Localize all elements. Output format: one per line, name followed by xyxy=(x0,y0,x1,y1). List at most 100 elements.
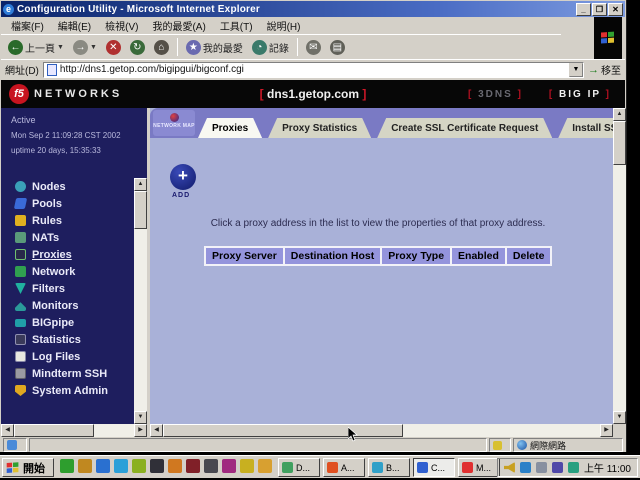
main-scrollbar-horizontal[interactable]: ◀ ▶ xyxy=(150,424,613,437)
bracket-left: [ xyxy=(260,87,264,101)
col-enabled[interactable]: Enabled xyxy=(452,248,505,264)
tab-create-ssl-certificate-request[interactable]: Create SSL Certificate Request xyxy=(377,118,552,138)
taskbar: 開始 D... A... B... C... xyxy=(0,455,640,478)
tray-icon[interactable] xyxy=(536,462,547,473)
sidebar-item-monitors[interactable]: Monitors xyxy=(1,297,134,314)
sidebar-item-label: Rules xyxy=(32,215,62,227)
maximize-button[interactable]: ❐ xyxy=(592,3,607,16)
sidebar-item-pools[interactable]: Pools xyxy=(1,195,134,212)
print-button[interactable]: ▤ xyxy=(327,39,348,56)
scroll-left-button[interactable]: ◀ xyxy=(1,424,14,437)
stop-button[interactable]: ✕ xyxy=(103,39,124,56)
col-destination-host[interactable]: Destination Host xyxy=(285,248,380,264)
document-icon xyxy=(7,440,17,450)
tray-icon[interactable] xyxy=(552,462,563,473)
sidebar-item-system-admin[interactable]: System Admin xyxy=(1,382,134,399)
back-icon: ← xyxy=(8,40,23,55)
home-button[interactable]: ⌂ xyxy=(151,39,172,56)
scroll-thumb[interactable] xyxy=(163,424,403,437)
scroll-up-button[interactable]: ▲ xyxy=(613,108,626,121)
sidebar-item-proxies[interactable]: Proxies xyxy=(1,246,134,263)
scroll-up-button[interactable]: ▲ xyxy=(134,178,147,191)
sidebar-item-network[interactable]: Network xyxy=(1,263,134,280)
main-scrollbar-vertical[interactable]: ▲ ▼ xyxy=(613,108,626,424)
back-caret-icon[interactable]: ▼ xyxy=(57,44,64,51)
quicklaunch-icon[interactable] xyxy=(186,459,200,473)
scroll-down-button[interactable]: ▼ xyxy=(134,411,147,424)
go-button[interactable]: → 移至 xyxy=(588,62,621,77)
col-proxy-type[interactable]: Proxy Type xyxy=(382,248,450,264)
quicklaunch-icon[interactable] xyxy=(204,459,218,473)
address-dropdown-icon[interactable]: ▼ xyxy=(569,63,583,77)
tray-icon[interactable] xyxy=(568,462,579,473)
sidebar-item-nodes[interactable]: Nodes xyxy=(1,178,134,195)
sidebar-item-filters[interactable]: Filters xyxy=(1,280,134,297)
quicklaunch-icon[interactable] xyxy=(114,459,128,473)
sidebar-item-nats[interactable]: NATs xyxy=(1,229,134,246)
refresh-button[interactable]: ↻ xyxy=(127,39,148,56)
taskbar-window-button[interactable]: D... xyxy=(278,458,320,477)
mouse-cursor xyxy=(348,427,358,442)
scroll-right-button[interactable]: ▶ xyxy=(134,424,147,437)
quicklaunch-icon[interactable] xyxy=(150,459,164,473)
quicklaunch-icon[interactable] xyxy=(96,459,110,473)
sidebar-scrollbar-horizontal[interactable]: ◀ ▶ xyxy=(1,424,147,437)
mail-icon: ✉ xyxy=(306,40,321,55)
add-button[interactable]: + xyxy=(170,164,196,190)
menu-edit[interactable]: 編輯(E) xyxy=(52,17,97,34)
sidebar-scrollbar[interactable]: ▲ ▼ xyxy=(134,178,147,424)
scroll-thumb[interactable] xyxy=(613,121,626,165)
quicklaunch-icon[interactable] xyxy=(168,459,182,473)
quicklaunch-icon[interactable] xyxy=(132,459,146,473)
taskbar-window-button[interactable]: A... xyxy=(323,458,365,477)
minimize-button[interactable]: _ xyxy=(576,3,591,16)
taskbar-window-button-active[interactable]: C... xyxy=(413,458,455,477)
status-lock-segment xyxy=(489,438,511,452)
sidebar-item-log-files[interactable]: Log Files xyxy=(1,348,134,365)
address-input[interactable] xyxy=(60,64,569,75)
sidebar-item-mindterm-ssh[interactable]: Mindterm SSH xyxy=(1,365,134,382)
scroll-thumb[interactable] xyxy=(14,424,94,437)
scroll-right-button[interactable]: ▶ xyxy=(600,424,613,437)
quicklaunch-icon[interactable] xyxy=(258,459,272,473)
scroll-down-button[interactable]: ▼ xyxy=(613,411,626,424)
tray-icon[interactable] xyxy=(520,462,531,473)
menu-file[interactable]: 檔案(F) xyxy=(5,17,50,34)
favorites-button[interactable]: ★ 我的最愛 xyxy=(183,39,246,56)
quicklaunch-icon[interactable] xyxy=(60,459,74,473)
menu-help[interactable]: 說明(H) xyxy=(261,17,307,34)
forward-button[interactable]: → ▼ xyxy=(70,39,100,56)
col-proxy-server[interactable]: Proxy Server xyxy=(206,248,283,264)
pools-icon xyxy=(14,198,27,209)
taskbar-window-button[interactable]: B... xyxy=(368,458,410,477)
menu-favorites[interactable]: 我的最愛(A) xyxy=(146,17,211,34)
tab-proxy-statistics[interactable]: Proxy Statistics xyxy=(268,118,371,138)
sidebar-item-label: Proxies xyxy=(32,249,72,261)
network-map-button[interactable]: NETWORK MAP xyxy=(153,110,195,136)
taskbar-clock[interactable]: 上午 11:00 xyxy=(584,460,631,475)
forward-icon: → xyxy=(73,40,88,55)
quicklaunch-icon[interactable] xyxy=(240,459,254,473)
menu-view[interactable]: 檢視(V) xyxy=(99,17,144,34)
col-delete[interactable]: Delete xyxy=(507,248,551,264)
sidebar-item-statistics[interactable]: Statistics xyxy=(1,331,134,348)
menu-tools[interactable]: 工具(T) xyxy=(214,17,259,34)
taskbar-window-button[interactable]: M... xyxy=(458,458,500,477)
nodes-icon xyxy=(15,181,26,192)
volume-icon[interactable] xyxy=(504,462,515,473)
windows-flag-icon xyxy=(601,32,615,45)
close-button[interactable]: ✕ xyxy=(608,3,623,16)
start-button[interactable]: 開始 xyxy=(2,458,54,477)
sidebar-item-bigpipe[interactable]: BIGpipe xyxy=(1,314,134,331)
forward-caret-icon[interactable]: ▼ xyxy=(90,44,97,51)
tab-proxies[interactable]: Proxies xyxy=(198,118,262,138)
scroll-thumb[interactable] xyxy=(134,191,147,229)
history-button[interactable]: ◔ 記錄 xyxy=(249,39,292,56)
sidebar-item-label: Mindterm SSH xyxy=(32,368,107,380)
sidebar-item-rules[interactable]: Rules xyxy=(1,212,134,229)
scroll-left-button[interactable]: ◀ xyxy=(150,424,163,437)
quicklaunch-icon[interactable] xyxy=(78,459,92,473)
mail-button[interactable]: ✉ xyxy=(303,39,324,56)
quicklaunch-icon[interactable] xyxy=(222,459,236,473)
back-button[interactable]: ← 上一頁 ▼ xyxy=(5,39,67,56)
